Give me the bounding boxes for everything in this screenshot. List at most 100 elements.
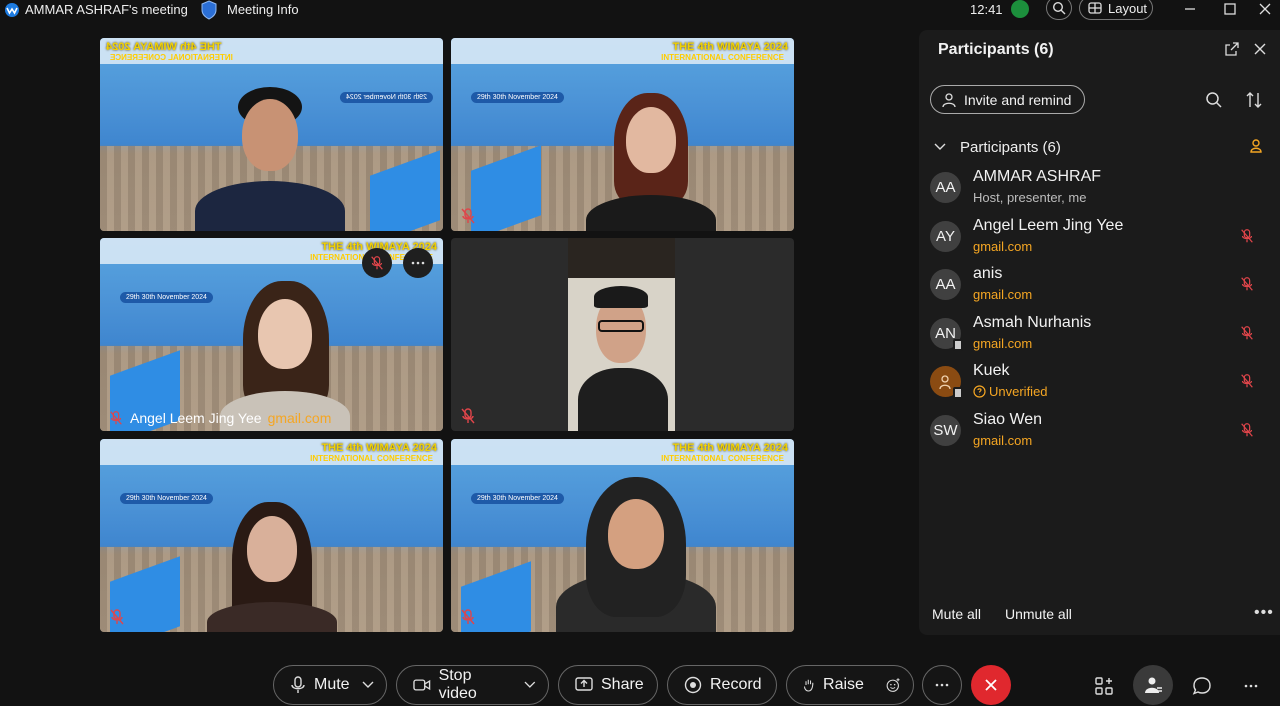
banner-date: 29th 30th November 2024 bbox=[120, 292, 213, 303]
video-tile-1[interactable]: THE 4th WIMAYA 2024 INTERNATIONAL CONFER… bbox=[100, 38, 443, 231]
video-tile-5[interactable]: THE 4th WIMAYA 2024 INTERNATIONAL CONFER… bbox=[100, 439, 443, 632]
participant-row[interactable]: AA AMMAR ASHRAF Host, presenter, me bbox=[930, 166, 1270, 215]
mic-off-icon bbox=[1241, 277, 1253, 291]
sort-icon[interactable] bbox=[1245, 91, 1263, 109]
participants-icon bbox=[1145, 677, 1162, 693]
participants-panel: Participants (6) Invite and remind Parti… bbox=[919, 30, 1280, 635]
more-panels-button[interactable] bbox=[1240, 675, 1262, 697]
popout-icon[interactable] bbox=[1224, 41, 1240, 57]
mic-off-icon bbox=[1241, 423, 1253, 437]
guest-user-icon bbox=[938, 375, 951, 390]
participant-mute-button[interactable] bbox=[1239, 275, 1255, 293]
avatar-initials: SW bbox=[933, 421, 958, 439]
layout-label: Layout bbox=[1108, 0, 1148, 16]
participant-name: Siao Wen bbox=[973, 410, 1043, 428]
search-icon[interactable] bbox=[1205, 91, 1223, 109]
video-tile-3[interactable]: THE 4th WIMAYA 2024 INTERNATIONAL CONFER… bbox=[100, 238, 443, 431]
participant-mute-button[interactable] bbox=[1239, 421, 1255, 439]
participant-row[interactable]: AA anis gmail.com bbox=[930, 263, 1270, 312]
raise-label: Raise bbox=[823, 676, 864, 693]
mute-all-button[interactable]: Mute all bbox=[932, 606, 981, 622]
video-tile-4[interactable] bbox=[451, 238, 794, 431]
maximize-button[interactable] bbox=[1220, 0, 1240, 18]
panel-title: Participants (6) bbox=[938, 41, 1054, 58]
avatar: AA bbox=[930, 269, 961, 301]
video-tile-6[interactable]: THE 4th WIMAYA 2024 INTERNATIONAL CONFER… bbox=[451, 439, 794, 632]
minimize-button[interactable] bbox=[1180, 0, 1200, 18]
chevron-down-icon bbox=[524, 681, 536, 688]
layout-button[interactable]: Layout bbox=[1079, 0, 1153, 20]
banner-title: THE 4th WIMAYA 2024 bbox=[672, 442, 788, 454]
more-options-button[interactable] bbox=[922, 665, 962, 705]
banner-date: 29th 30th November 2024 bbox=[471, 92, 564, 103]
close-icon bbox=[1259, 3, 1271, 15]
person-add-icon bbox=[942, 92, 956, 107]
participant-name: Asmah Nurhanis bbox=[973, 313, 1092, 331]
meeting-info-link[interactable]: Meeting Info bbox=[227, 2, 299, 17]
mute-label: Mute bbox=[314, 676, 350, 693]
zoom-button[interactable] bbox=[1046, 0, 1072, 20]
webex-logo-icon bbox=[5, 3, 19, 17]
record-button[interactable]: Record bbox=[667, 665, 777, 705]
share-label: Share bbox=[601, 676, 644, 693]
close-panel-icon[interactable] bbox=[1252, 41, 1268, 57]
participant-video bbox=[576, 91, 726, 231]
participant-mute-button[interactable] bbox=[1239, 227, 1255, 245]
raise-hand-button[interactable]: Raise bbox=[786, 665, 914, 705]
participant-subtitle: gmail.com bbox=[973, 238, 1033, 254]
mute-button[interactable]: Mute bbox=[273, 665, 387, 705]
video-tile-2[interactable]: THE 4th WIMAYA 2024 INTERNATIONAL CONFER… bbox=[451, 38, 794, 231]
device-badge-icon bbox=[953, 338, 963, 351]
portrait-video bbox=[568, 238, 675, 431]
host-badge-icon bbox=[1250, 139, 1262, 153]
microphone-icon bbox=[291, 676, 305, 693]
participant-row[interactable]: SW Siao Wen gmail.com bbox=[930, 409, 1270, 458]
participant-status: Unverified bbox=[973, 384, 1048, 399]
participants-toggle-button[interactable] bbox=[1133, 665, 1173, 705]
avatar: AY bbox=[930, 220, 961, 252]
chevron-down-icon bbox=[362, 681, 374, 688]
more-icon bbox=[411, 261, 425, 265]
close-window-button[interactable] bbox=[1255, 0, 1275, 18]
participant-row[interactable]: AN Asmah Nurhanis gmail.com bbox=[930, 312, 1270, 361]
clock: 12:41 bbox=[970, 2, 1003, 17]
unmute-all-button[interactable]: Unmute all bbox=[1005, 606, 1072, 622]
chat-button[interactable] bbox=[1191, 675, 1213, 697]
share-button[interactable]: Share bbox=[558, 665, 658, 705]
more-icon bbox=[935, 683, 949, 687]
network-status-icon[interactable] bbox=[1011, 0, 1029, 18]
banner-subtitle: INTERNATIONAL CONFERENCE bbox=[661, 454, 784, 463]
invite-label: Invite and remind bbox=[964, 91, 1072, 108]
participant-row[interactable]: AY Angel Leem Jing Yee gmail.com bbox=[930, 215, 1270, 264]
panel-more-icon[interactable]: ••• bbox=[1254, 604, 1274, 622]
avatar: AN bbox=[930, 317, 963, 351]
mic-off-icon bbox=[110, 411, 122, 425]
tile-more-button[interactable] bbox=[403, 248, 433, 278]
stop-video-label: Stop video bbox=[438, 667, 477, 702]
participant-name: Angel Leem Jing Yee bbox=[973, 216, 1124, 234]
apps-button[interactable] bbox=[1093, 675, 1115, 697]
participant-row[interactable]: Kuek Unverified bbox=[930, 360, 1270, 409]
participants-section-header[interactable]: Participants (6) bbox=[934, 136, 1264, 158]
avatar: SW bbox=[930, 414, 961, 446]
meeting-title: AMMAR ASHRAF's meeting bbox=[25, 2, 188, 17]
participant-mute-button[interactable] bbox=[1239, 372, 1255, 390]
reaction-icon[interactable] bbox=[886, 675, 901, 695]
mic-off-icon bbox=[1241, 228, 1253, 243]
mic-off-icon bbox=[461, 208, 475, 224]
avatar-initials: AY bbox=[936, 227, 955, 245]
stop-video-button[interactable]: Stop video bbox=[396, 665, 549, 705]
shield-icon[interactable] bbox=[200, 0, 218, 20]
avatar bbox=[930, 366, 963, 400]
end-call-button[interactable] bbox=[971, 665, 1011, 705]
section-label: Participants (6) bbox=[960, 138, 1061, 156]
banner-subtitle: INTERNATIONAL CONFERENCE bbox=[110, 53, 233, 62]
title-bar: AMMAR ASHRAF's meeting Meeting Info 12:4… bbox=[0, 0, 1280, 20]
close-icon bbox=[985, 679, 997, 691]
unverified-label: Unverified bbox=[989, 384, 1048, 400]
tile-mute-button[interactable] bbox=[362, 248, 392, 278]
invite-and-remind-button[interactable]: Invite and remind bbox=[930, 85, 1085, 114]
hand-icon bbox=[803, 679, 814, 692]
participant-mute-button[interactable] bbox=[1239, 324, 1255, 342]
mic-off-icon bbox=[461, 408, 475, 424]
